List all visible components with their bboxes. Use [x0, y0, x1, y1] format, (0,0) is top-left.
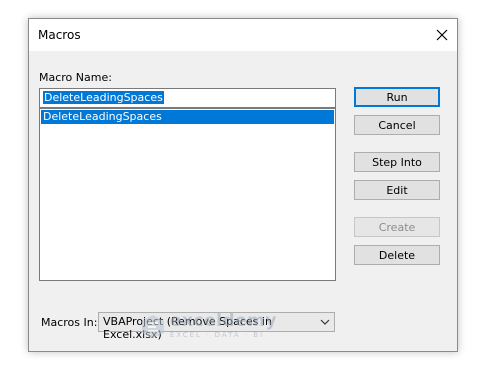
macro-name-label: Macro Name:: [39, 71, 112, 84]
dialog-title: Macros: [38, 28, 81, 42]
macros-in-select[interactable]: VBAProject (Remove Spaces in Excel.xlsx): [98, 312, 335, 341]
run-button[interactable]: Run: [354, 87, 440, 107]
list-item[interactable]: DeleteLeadingSpaces: [41, 110, 334, 124]
create-button[interactable]: Create: [354, 217, 440, 237]
macros-in-label: Macros In:: [41, 316, 98, 329]
delete-button[interactable]: Delete: [354, 245, 440, 265]
step-into-button[interactable]: Step Into: [354, 152, 440, 172]
chevron-down-icon: [320, 319, 330, 325]
macro-list[interactable]: DeleteLeadingSpaces: [39, 108, 336, 281]
cancel-button[interactable]: Cancel: [354, 115, 440, 135]
macros-in-value: VBAProject (Remove Spaces in Excel.xlsx): [103, 315, 272, 341]
macros-dialog: Macros Macro Name: DeleteLeadingSpaces D…: [28, 18, 458, 352]
close-icon: [436, 29, 448, 41]
close-button[interactable]: [427, 19, 457, 51]
title-bar: Macros: [29, 19, 457, 51]
edit-button[interactable]: Edit: [354, 180, 440, 200]
macro-name-value: DeleteLeadingSpaces: [43, 91, 164, 104]
macro-name-input[interactable]: DeleteLeadingSpaces: [39, 88, 336, 108]
